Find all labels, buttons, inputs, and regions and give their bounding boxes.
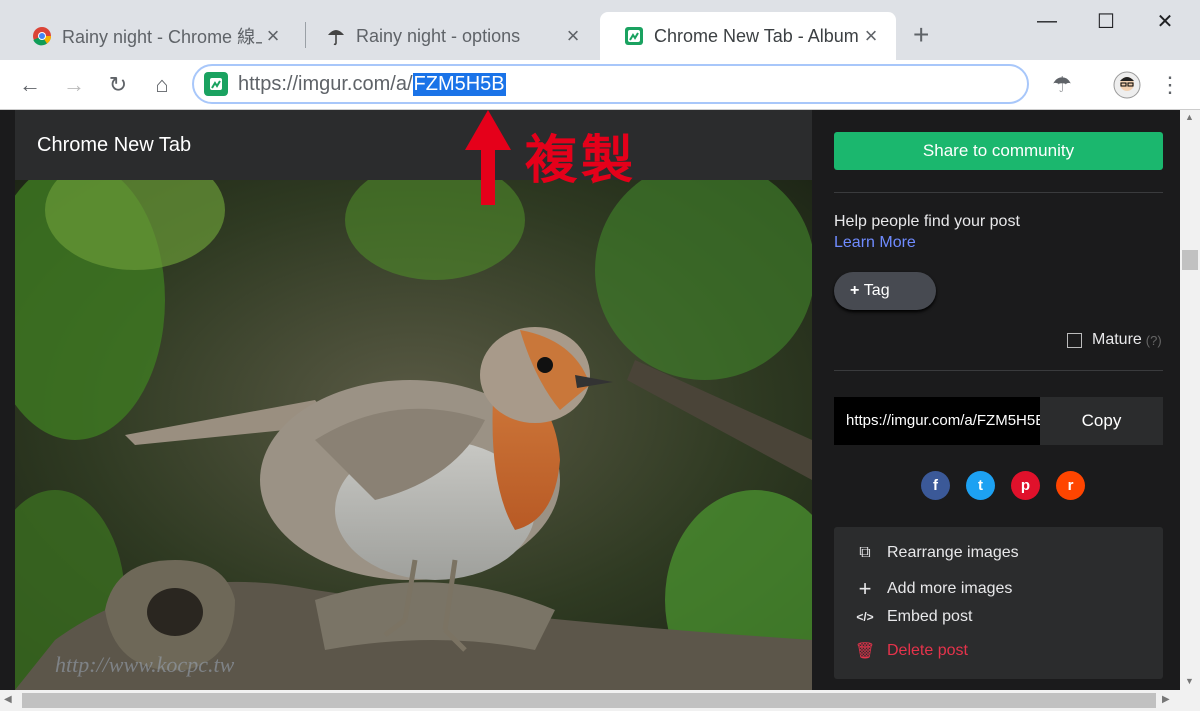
plus-icon: +: [850, 282, 864, 299]
tab-rainy-night-options[interactable]: Rainy night - options ×: [302, 12, 598, 60]
tab-close-icon[interactable]: ×: [860, 23, 882, 49]
help-heading: Help people find your post: [834, 213, 1020, 230]
delete-post-item[interactable]: 🗑 Delete post: [854, 641, 968, 661]
tab-imgur-album[interactable]: Chrome New Tab - Album on Imgur ×: [600, 12, 896, 60]
copy-annotation-label: 複製: [525, 132, 638, 190]
divider: [834, 370, 1163, 371]
tab-close-icon[interactable]: ×: [562, 23, 584, 49]
horizontal-scrollbar[interactable]: ◀ ▶: [0, 690, 1200, 711]
scroll-right-icon[interactable]: ▶: [1162, 694, 1170, 705]
menu-item-label: Rearrange images: [887, 544, 1019, 561]
avatar[interactable]: [1112, 70, 1142, 100]
mature-label: Mature: [1092, 331, 1142, 348]
red-arrow-annotation: [463, 110, 513, 205]
trash-icon: 🗑: [854, 643, 876, 660]
tab-strip: Rainy night - Chrome 線上IDE × Rainy night…: [0, 0, 1200, 60]
rearrange-images-item[interactable]: ⧉ Rearrange images: [854, 544, 1019, 562]
mature-checkbox[interactable]: [1067, 332, 1082, 348]
mature-toggle[interactable]: Mature (?): [1067, 331, 1162, 349]
chrome-icon: [33, 27, 52, 46]
album-panel: Chrome New Tab http://www.kocpc.tw 複製: [15, 110, 812, 690]
close-window-button[interactable]: ✕: [1130, 0, 1200, 42]
vertical-scrollbar[interactable]: ▲ ▼: [1180, 110, 1200, 690]
url-prefix: https://imgur.com/a/: [238, 72, 413, 95]
album-photo-robin[interactable]: http://www.kocpc.tw: [15, 180, 812, 690]
tab-title: Chrome New Tab - Album on Imgur: [654, 25, 860, 46]
divider: [834, 192, 1163, 193]
tag-label: Tag: [863, 282, 890, 299]
umbrella-icon: [328, 30, 344, 46]
scroll-down-icon[interactable]: ▼: [1185, 676, 1194, 686]
tab-title: Rainy night - Chrome 線上IDE: [62, 27, 262, 47]
watermark-text: http://www.kocpc.tw: [55, 652, 235, 677]
rearrange-icon: ⧉: [859, 544, 871, 561]
home-button[interactable]: ⌂: [148, 71, 176, 99]
post-actions-menu: ⧉ Rearrange images + Add more images </> Em…: [834, 527, 1163, 679]
forward-button[interactable]: →: [60, 71, 88, 99]
menu-item-label: Delete post: [887, 642, 968, 659]
umbrella-extension-icon[interactable]: ☂: [1048, 71, 1076, 99]
scroll-thumb[interactable]: [1182, 250, 1198, 270]
imgur-page: Chrome New Tab http://www.kocpc.tw 複製 Sh…: [0, 110, 1180, 690]
pinterest-icon[interactable]: p: [1011, 471, 1040, 500]
embed-post-item[interactable]: </> Embed post: [854, 608, 972, 626]
menu-item-label: Embed post: [887, 608, 973, 625]
back-button[interactable]: ←: [16, 71, 44, 99]
share-to-community-button[interactable]: Share to community: [834, 132, 1163, 170]
reddit-icon[interactable]: r: [1056, 471, 1085, 500]
facebook-icon[interactable]: f: [921, 471, 950, 500]
new-tab-button[interactable]: +: [913, 21, 929, 49]
add-tag-button[interactable]: + Tag: [834, 272, 936, 310]
tab-close-icon[interactable]: ×: [262, 23, 284, 49]
imgur-app-icon: [625, 27, 643, 45]
menu-item-label: Add more images: [887, 580, 1013, 597]
scroll-up-icon[interactable]: ▲: [1185, 112, 1194, 122]
tab-title: Rainy night - options: [356, 25, 521, 46]
copy-link-button[interactable]: Copy: [1040, 397, 1163, 445]
tab-rainy-night-ide[interactable]: Rainy night - Chrome 線上IDE ×: [8, 12, 298, 60]
site-icon: [204, 72, 228, 96]
address-bar[interactable]: https://imgur.com/a/FZM5H5B: [192, 64, 1029, 104]
reload-button[interactable]: ↻: [104, 71, 132, 99]
scroll-left-icon[interactable]: ◀: [4, 694, 12, 705]
share-link-field[interactable]: https://imgur.com/a/FZM5H5B: [834, 397, 1040, 445]
menu-dots-icon[interactable]: ⋮: [1156, 71, 1184, 99]
learn-more-link[interactable]: Learn More: [834, 234, 916, 252]
album-title[interactable]: Chrome New Tab: [15, 110, 812, 180]
code-icon: </>: [856, 610, 874, 624]
scroll-thumb[interactable]: [22, 693, 1156, 708]
mature-help-icon[interactable]: (?): [1146, 333, 1162, 348]
browser-toolbar: ← → ↻ ⌂ https://imgur.com/a/FZM5H5B ☂ ⋮: [0, 60, 1200, 110]
add-more-images-item[interactable]: + Add more images: [854, 576, 1013, 602]
plus-icon: +: [858, 576, 872, 601]
post-sidebar: Share to community Help people find your…: [834, 110, 1163, 690]
url-selected-text[interactable]: FZM5H5B: [412, 72, 506, 96]
twitter-icon[interactable]: t: [966, 471, 995, 500]
